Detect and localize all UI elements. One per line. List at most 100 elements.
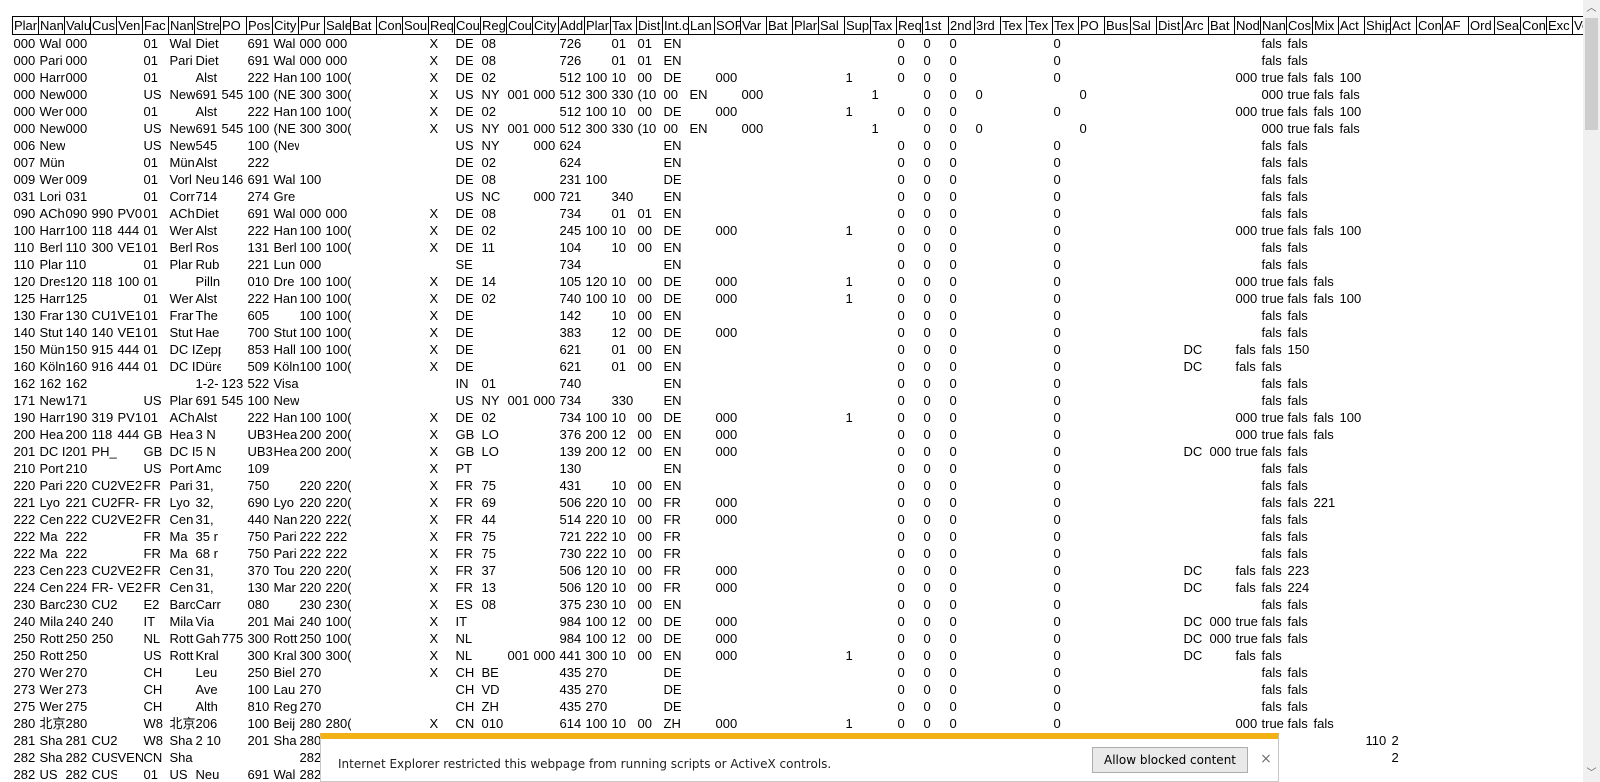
table-cell: DC xyxy=(1183,563,1203,578)
table-cell xyxy=(871,239,897,256)
table-cell: 240 xyxy=(299,614,322,629)
table-cell xyxy=(429,137,455,154)
table-cell xyxy=(533,171,559,188)
table-cell xyxy=(1235,120,1261,137)
table-cell: 100(X xyxy=(325,274,351,289)
table-cell: true xyxy=(1287,121,1310,136)
table-cell: 0 xyxy=(923,427,931,442)
table-cell: 0 xyxy=(923,512,931,527)
table-cell: 0 xyxy=(923,631,931,646)
table-cell xyxy=(1391,579,1417,596)
table-cell xyxy=(1573,375,1584,392)
table-cell: 010 xyxy=(481,716,504,731)
table-cell: 001 xyxy=(507,393,530,408)
table-cell: 139 xyxy=(559,444,582,459)
scroll-down-icon[interactable]: ﹀ xyxy=(1583,765,1600,782)
table-cell xyxy=(1573,222,1584,239)
table-cell xyxy=(585,256,611,273)
table-cell xyxy=(351,324,377,341)
table-cell: 010 xyxy=(247,274,270,289)
table-cell xyxy=(1209,154,1235,171)
table-cell xyxy=(793,137,819,154)
table-cell xyxy=(1521,562,1547,579)
table-cell xyxy=(1521,120,1547,137)
allow-blocked-content-button[interactable]: Allow blocked content xyxy=(1092,747,1248,773)
table-cell: DE xyxy=(663,274,682,289)
table-cell xyxy=(871,188,897,205)
table-cell xyxy=(1365,188,1391,205)
table-cell xyxy=(221,52,247,69)
table-cell xyxy=(403,460,429,477)
table-cell xyxy=(429,171,455,188)
table-cell xyxy=(741,290,767,307)
table-cell: 2 xyxy=(1391,750,1399,765)
table-cell: true xyxy=(1261,104,1284,119)
scroll-up-icon[interactable]: ︿ xyxy=(1583,0,1600,17)
table-cell xyxy=(1131,69,1157,86)
table-cell xyxy=(715,86,741,103)
table-cell: Cen xyxy=(169,563,194,578)
table-cell xyxy=(1027,460,1053,477)
vertical-scrollbar[interactable]: ︿ ﹀ xyxy=(1583,0,1600,782)
table-cell: 000 xyxy=(715,223,738,238)
close-icon[interactable]: × xyxy=(1258,749,1274,769)
table-cell xyxy=(1443,52,1469,69)
table-cell xyxy=(273,477,299,494)
table-cell xyxy=(1573,460,1584,477)
column-header: Con xyxy=(1520,16,1547,35)
table-cell xyxy=(91,86,117,103)
table-cell xyxy=(1027,205,1053,222)
table-cell xyxy=(1573,698,1584,715)
table-cell: Leu xyxy=(195,665,218,680)
table-cell: 001 xyxy=(507,648,530,663)
table-cell xyxy=(1443,392,1469,409)
table-cell xyxy=(507,613,533,630)
table-cell xyxy=(637,171,663,188)
table-cell: 0 xyxy=(897,155,905,170)
table-cell: 01 xyxy=(611,359,626,374)
table-cell xyxy=(325,698,351,715)
table-cell: Alst xyxy=(195,223,218,238)
table-cell: 0 xyxy=(949,478,957,493)
table-cell: 00 xyxy=(637,648,652,663)
table-cell xyxy=(299,460,325,477)
table-cell xyxy=(533,239,559,256)
table-cell xyxy=(975,545,1001,562)
table-cell xyxy=(871,647,897,664)
table-cell xyxy=(1209,681,1235,698)
table-cell: X xyxy=(429,36,439,51)
table-cell: X xyxy=(429,478,439,493)
table-cell xyxy=(741,715,767,732)
table-cell xyxy=(1183,239,1209,256)
table-cell: 104 xyxy=(559,240,582,255)
table-cell: 00 xyxy=(637,563,652,578)
table-cell xyxy=(1105,562,1131,579)
table-cell xyxy=(221,613,247,630)
table-cell xyxy=(1131,630,1157,647)
table-cell: 984 xyxy=(559,614,582,629)
table-cell xyxy=(1391,392,1417,409)
table-cell xyxy=(637,256,663,273)
table-cell xyxy=(1079,103,1105,120)
table-cell xyxy=(611,171,637,188)
table-cell xyxy=(1573,188,1584,205)
table-cell: 10 xyxy=(611,529,626,544)
table-cell xyxy=(793,375,819,392)
table-cell xyxy=(689,273,715,290)
table-cell xyxy=(845,494,871,511)
table-cell: 375 xyxy=(559,597,582,612)
table-cell xyxy=(403,477,429,494)
table-cell xyxy=(793,35,819,53)
scroll-thumb[interactable] xyxy=(1585,18,1598,130)
column-header: City xyxy=(532,16,559,35)
table-cell xyxy=(741,545,767,562)
table-cell xyxy=(1521,358,1547,375)
table-cell xyxy=(351,273,377,290)
table-cell xyxy=(1573,324,1584,341)
table-cell: fals xyxy=(1235,563,1256,578)
table-cell xyxy=(1391,443,1417,460)
table-cell xyxy=(169,681,195,698)
table-cell xyxy=(1573,69,1584,86)
table-cell: 200 xyxy=(65,427,88,442)
table-cell: 0 xyxy=(949,461,957,476)
